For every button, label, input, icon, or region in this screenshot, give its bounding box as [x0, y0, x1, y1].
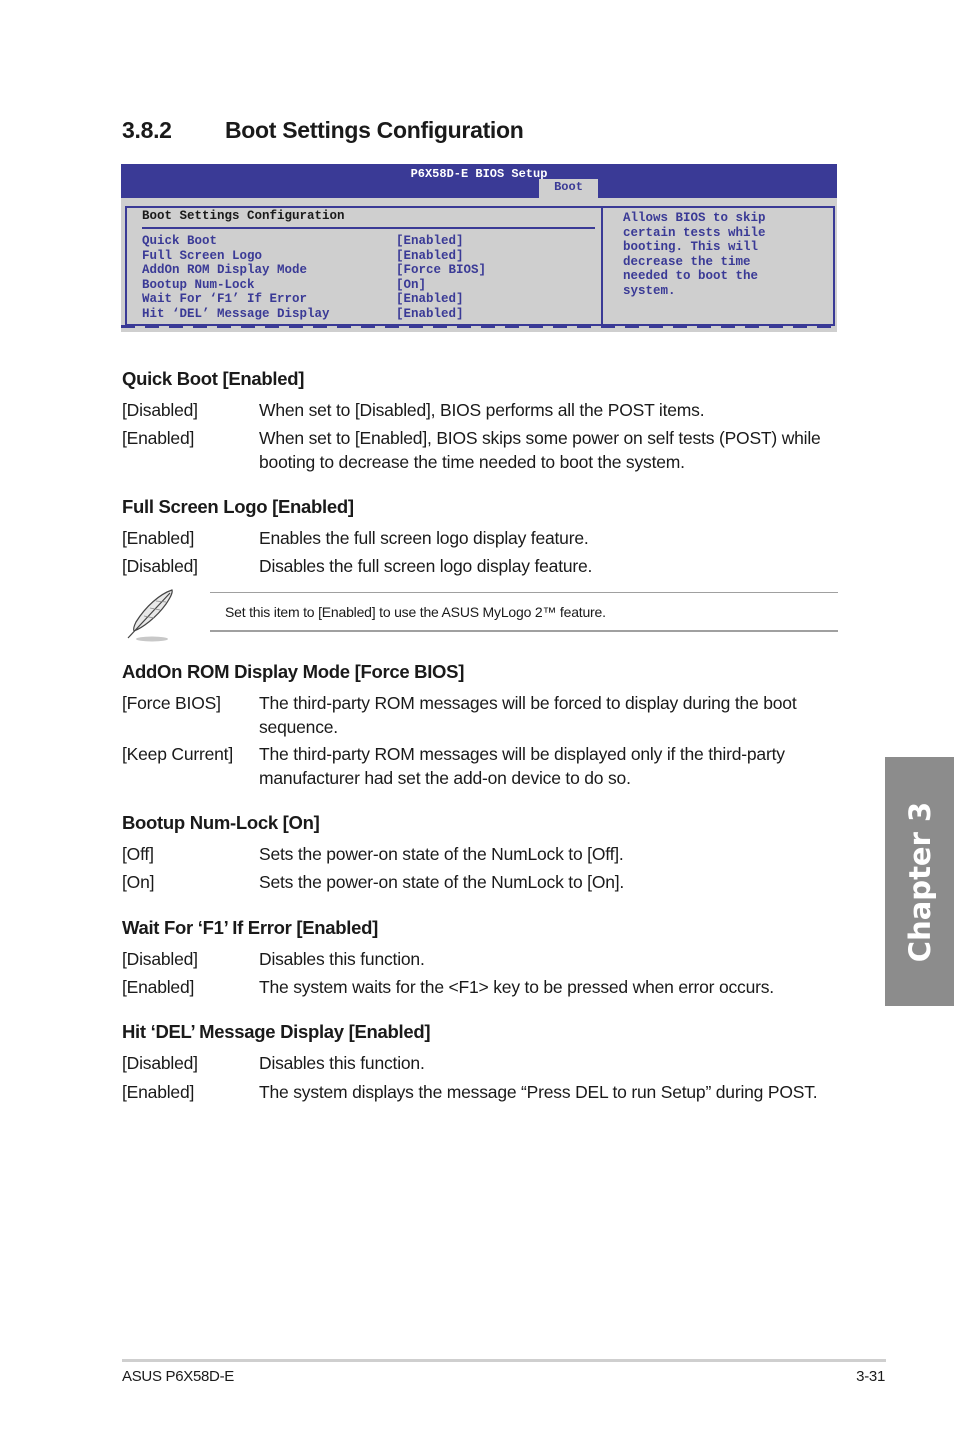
bios-panel-title: Boot Settings Configuration: [142, 209, 345, 223]
bios-divider: [142, 227, 595, 229]
option-row: [Enabled] Enables the full screen logo di…: [122, 528, 589, 548]
option-row: [Enabled] The system waits for the <F1> k…: [122, 977, 774, 997]
bios-settings-panel: Boot Settings Configuration Quick Boot [E…: [125, 206, 603, 326]
bios-screenshot: P6X58D-E BIOS Setup Boot Boot Settings C…: [121, 164, 837, 332]
bios-dashed-border: [121, 325, 837, 328]
section-number: 3.8.2: [122, 117, 172, 143]
bios-header: P6X58D-E BIOS Setup Boot: [121, 164, 837, 198]
bios-item-quick-boot[interactable]: Quick Boot [Enabled]: [142, 234, 486, 249]
bios-item-full-screen-logo[interactable]: Full Screen Logo [Enabled]: [142, 249, 486, 264]
option-row: [On] Sets the power-on state of the NumLo…: [122, 872, 625, 892]
section-title: 3.8.2 Boot Settings Configuration: [122, 117, 524, 144]
heading-full-screen-logo: Full Screen Logo [Enabled]: [122, 496, 354, 517]
note-text: Set this item to [Enabled] to use the AS…: [225, 604, 606, 620]
bios-title: P6X58D-E BIOS Setup: [410, 167, 548, 181]
option-row: [Enabled] The system displays the message…: [122, 1082, 818, 1102]
footer-page-number: 3-31: [856, 1368, 885, 1385]
chapter-tab: Chapter 3: [885, 757, 954, 1006]
option-row: [Off] Sets the power-on state of the NumL…: [122, 844, 624, 864]
bios-help-panel: Allows BIOS to skip certain tests while …: [601, 206, 835, 326]
bios-item-bootup-num-lock[interactable]: Bootup Num-Lock [On]: [142, 278, 486, 293]
bios-item-addon-rom-display-mode[interactable]: AddOn ROM Display Mode [Force BIOS]: [142, 263, 486, 278]
heading-quick-boot: Quick Boot [Enabled]: [122, 368, 305, 389]
bios-tab-boot[interactable]: Boot: [539, 179, 598, 198]
footer-product: ASUS P6X58D-E: [122, 1368, 234, 1385]
note-divider-top: [210, 592, 838, 593]
option-row: [Enabled] When set to [Enabled], BIOS ski…: [122, 428, 821, 472]
bios-item-hit-del-message[interactable]: Hit ‘DEL’ Message Display [Enabled]: [142, 307, 486, 322]
option-row: [Force BIOS] The third-party ROM messages…: [122, 693, 797, 737]
note-divider-bottom: [210, 630, 838, 632]
heading-addon-rom-display-mode: AddOn ROM Display Mode [Force BIOS]: [122, 661, 465, 682]
bios-help-text: Allows BIOS to skip certain tests while …: [623, 211, 766, 298]
feather-pen-icon: [122, 588, 180, 644]
footer-divider: [122, 1359, 886, 1362]
option-row: [Disabled] Disables the full screen logo …: [122, 556, 593, 576]
heading-wait-for-f1: Wait For ‘F1’ If Error [Enabled]: [122, 917, 378, 938]
section-title-text: Boot Settings Configuration: [225, 117, 524, 143]
option-row: [Disabled] Disables this function.: [122, 1053, 425, 1073]
option-row: [Disabled] When set to [Disabled], BIOS p…: [122, 400, 705, 420]
option-row: [Disabled] Disables this function.: [122, 949, 425, 969]
option-row: [Keep Current] The third-party ROM messag…: [122, 744, 785, 788]
heading-bootup-num-lock: Bootup Num-Lock [On]: [122, 812, 320, 833]
bios-item-wait-for-f1[interactable]: Wait For ‘F1’ If Error [Enabled]: [142, 292, 486, 307]
chapter-label: Chapter 3: [902, 801, 937, 962]
heading-hit-del-message: Hit ‘DEL’ Message Display [Enabled]: [122, 1021, 431, 1042]
